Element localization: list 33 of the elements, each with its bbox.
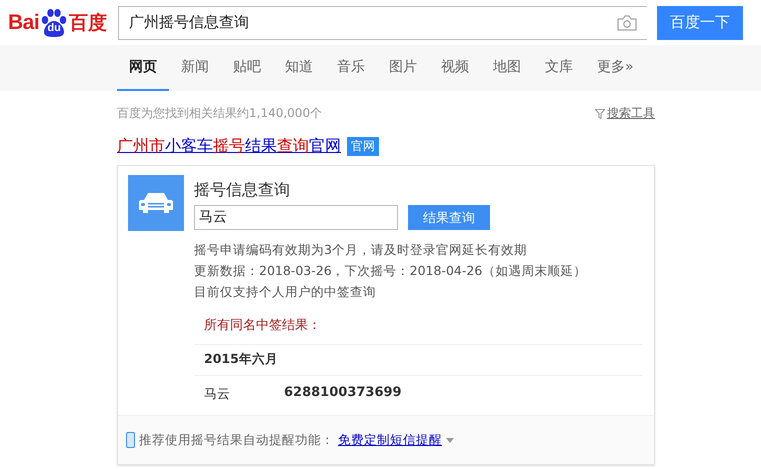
card-heading: 摇号信息查询 <box>194 180 291 201</box>
filter-icon[interactable] <box>595 108 605 118</box>
nav-tab[interactable]: 音乐 <box>325 45 377 91</box>
nav-tab[interactable]: 视频 <box>429 45 481 91</box>
info-note: 更新数据：2018-03-26，下次摇号：2018-04-26（如遇周末顺延） <box>194 262 588 280</box>
nav-tab[interactable]: 贴吧 <box>221 45 273 91</box>
search-button[interactable]: 百度一下 <box>657 6 743 40</box>
phone-icon <box>126 432 135 448</box>
sms-reminder-link[interactable]: 免费定制短信提醒 <box>338 432 442 448</box>
result-count: 百度为您找到相关结果约1,140,000个 <box>117 105 322 122</box>
nav-tab[interactable]: 更多» <box>585 45 646 91</box>
baidu-logo[interactable]: Bai du 百度 <box>8 8 108 38</box>
search-tools-link[interactable]: 搜索工具 <box>607 105 655 122</box>
info-note: 摇号申请编码有效期为3个月，请及时登录官网延长有效期 <box>194 241 528 259</box>
search-field[interactable]: 广州摇号信息查询 <box>118 6 647 40</box>
results-label: 所有同名中签结果： <box>204 317 322 335</box>
footer-text: 推荐使用摇号结果自动提醒功能： <box>139 432 334 448</box>
nav-tab[interactable]: 新闻 <box>169 45 221 91</box>
name-input-field[interactable]: 马云 <box>194 205 398 230</box>
info-note: 目前仅支持个人用户的中签查询 <box>194 283 377 301</box>
nav-tab[interactable]: 文库 <box>533 45 585 91</box>
month-heading: 2015年六月 <box>203 350 279 368</box>
car-icon <box>128 175 184 231</box>
nav-tab[interactable]: 网页 <box>117 45 169 91</box>
nav-tab[interactable]: 地图 <box>481 45 533 91</box>
nav-tab[interactable]: 知道 <box>273 45 325 91</box>
nav-tab[interactable]: 图片 <box>377 45 429 91</box>
camera-icon[interactable] <box>617 14 637 30</box>
caret-icon[interactable] <box>446 438 454 442</box>
query-button[interactable]: 结果查询 <box>408 205 490 230</box>
application-code: 6288100373699 <box>284 385 402 402</box>
winner-name: 马云 <box>204 386 231 403</box>
official-badge: 官网 <box>347 137 379 156</box>
